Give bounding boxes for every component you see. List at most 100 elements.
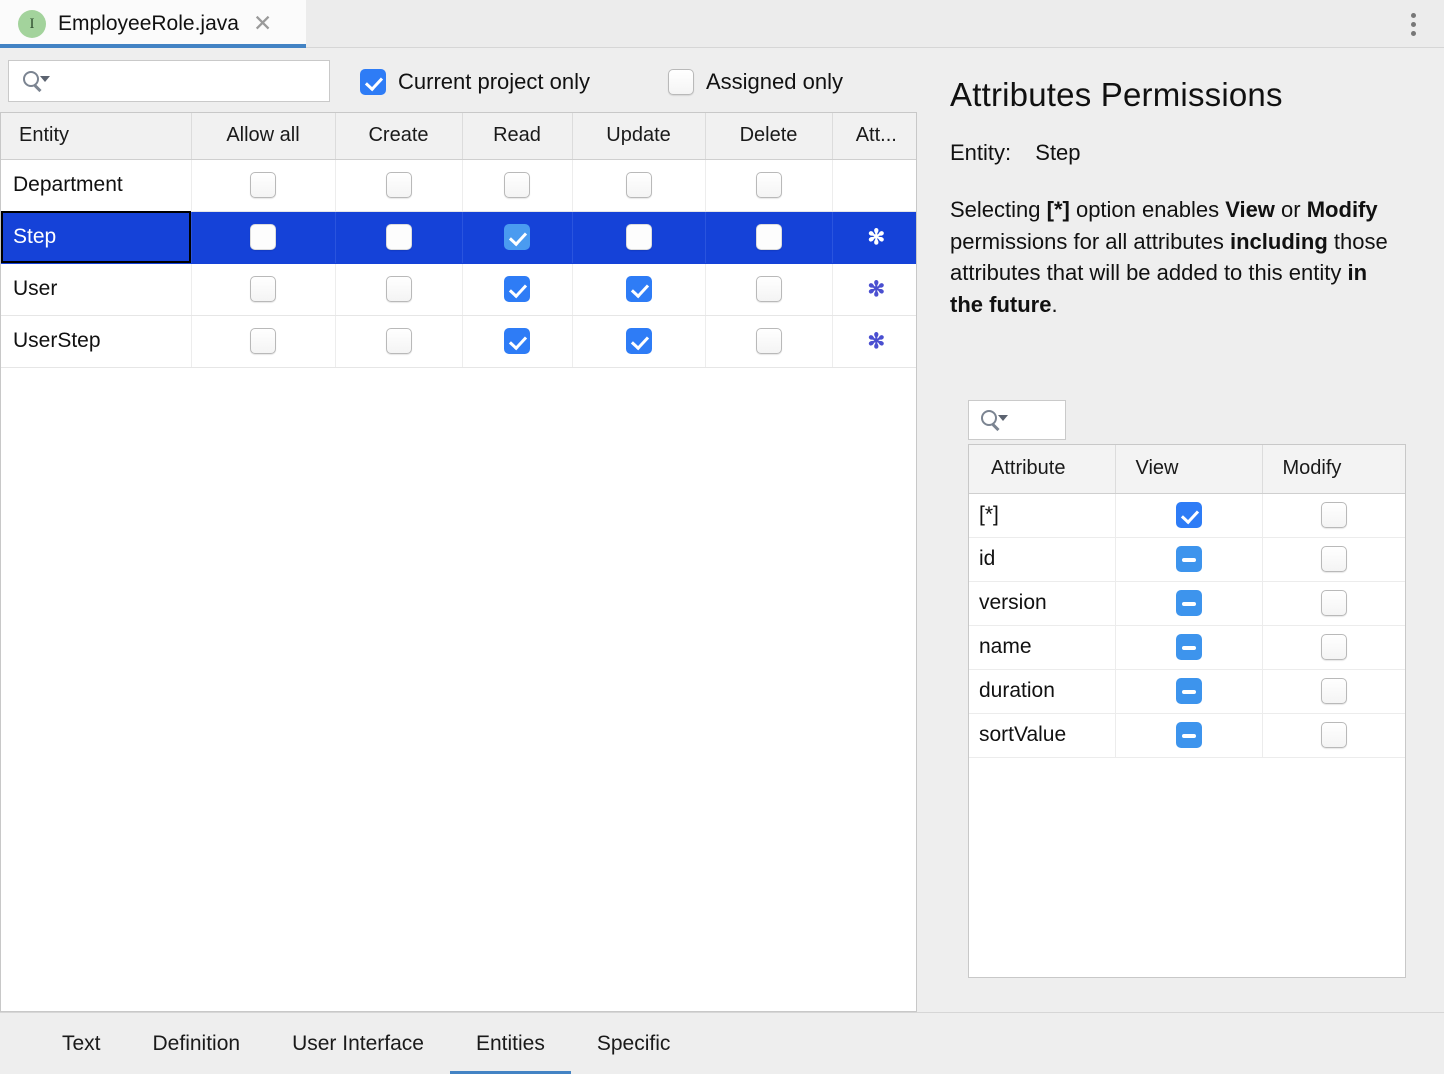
- entity-update-checkbox[interactable]: [625, 224, 652, 250]
- table-row[interactable]: sortValue: [969, 713, 1405, 758]
- entity-create-cell[interactable]: [335, 315, 463, 368]
- entity-delete-cell[interactable]: [705, 315, 833, 368]
- column-header-allow-all[interactable]: Allow all: [191, 113, 336, 160]
- table-row[interactable]: Step ✻: [1, 211, 916, 264]
- attribute-view-checkbox[interactable]: [1175, 502, 1202, 528]
- current-project-only-box[interactable]: [360, 69, 386, 95]
- attribute-view-checkbox[interactable]: [1175, 590, 1202, 616]
- entity-delete-checkbox[interactable]: [755, 224, 782, 250]
- bottom-tab-entities[interactable]: Entities: [449, 1013, 571, 1074]
- attribute-modify-checkbox[interactable]: [1320, 722, 1347, 748]
- entity-name-cell[interactable]: Department: [1, 159, 192, 212]
- entity-update-cell[interactable]: [572, 211, 706, 264]
- attribute-name-cell[interactable]: sortValue: [969, 713, 1116, 758]
- assigned-only-checkbox[interactable]: Assigned only: [668, 69, 843, 95]
- more-vertical-icon[interactable]: [1400, 11, 1426, 37]
- column-header-entity[interactable]: Entity: [1, 113, 192, 160]
- entity-delete-cell[interactable]: [705, 211, 833, 264]
- attribute-view-cell[interactable]: [1115, 493, 1263, 538]
- attribute-view-checkbox[interactable]: [1175, 634, 1202, 660]
- entity-create-checkbox[interactable]: [385, 172, 412, 198]
- entity-read-checkbox[interactable]: [504, 276, 530, 302]
- entity-read-cell[interactable]: [462, 211, 573, 264]
- entity-read-checkbox[interactable]: [504, 328, 530, 354]
- entity-create-checkbox[interactable]: [385, 276, 412, 302]
- attribute-modify-checkbox[interactable]: [1320, 634, 1347, 660]
- entity-create-cell[interactable]: [335, 159, 463, 212]
- attribute-modify-cell[interactable]: [1262, 581, 1405, 626]
- entity-read-cell[interactable]: [462, 263, 573, 316]
- entity-read-cell[interactable]: [462, 315, 573, 368]
- entity-delete-cell[interactable]: [705, 159, 833, 212]
- attribute-name-cell[interactable]: id: [969, 537, 1116, 582]
- close-icon[interactable]: ✕: [253, 12, 272, 36]
- assigned-only-box[interactable]: [668, 69, 694, 95]
- entity-attributes-cell[interactable]: ✻: [832, 211, 916, 264]
- attribute-view-cell[interactable]: [1115, 669, 1263, 714]
- bottom-tab-user-interface[interactable]: User Interface: [266, 1013, 450, 1074]
- attributes-table-container[interactable]: Attribute View Modify [*] id version name du…: [968, 444, 1406, 978]
- entity-update-cell[interactable]: [572, 263, 706, 316]
- attribute-modify-checkbox[interactable]: [1320, 590, 1347, 616]
- entity-allow-all-checkbox[interactable]: [250, 224, 276, 250]
- entities-table-container[interactable]: Entity Allow all Create Read Update Dele…: [0, 112, 917, 1012]
- entity-allow-all-checkbox[interactable]: [250, 172, 276, 198]
- entity-create-checkbox[interactable]: [385, 328, 412, 354]
- table-row[interactable]: id: [969, 537, 1405, 582]
- table-row[interactable]: Department: [1, 159, 916, 212]
- attribute-modify-cell[interactable]: [1262, 537, 1405, 582]
- attribute-modify-checkbox[interactable]: [1320, 546, 1347, 572]
- attribute-name-cell[interactable]: version: [969, 581, 1116, 626]
- entity-allow-all-cell[interactable]: [191, 159, 336, 212]
- attribute-view-cell[interactable]: [1115, 581, 1263, 626]
- table-row[interactable]: duration: [969, 669, 1405, 714]
- entity-update-checkbox[interactable]: [625, 276, 652, 302]
- attribute-name-cell[interactable]: name: [969, 625, 1116, 670]
- attribute-name-cell[interactable]: [*]: [969, 493, 1116, 538]
- column-header-update[interactable]: Update: [572, 113, 706, 160]
- column-header-attributes[interactable]: Att...: [832, 113, 916, 160]
- column-header-create[interactable]: Create: [335, 113, 463, 160]
- bottom-tab-definition[interactable]: Definition: [127, 1013, 267, 1074]
- entity-read-checkbox[interactable]: [504, 224, 530, 250]
- entities-search-box[interactable]: [8, 60, 330, 102]
- table-row[interactable]: [*]: [969, 493, 1405, 538]
- entity-read-cell[interactable]: [462, 159, 573, 212]
- entity-attributes-cell[interactable]: [832, 159, 916, 212]
- attribute-view-checkbox[interactable]: [1175, 546, 1202, 572]
- table-row[interactable]: UserStep ✻: [1, 315, 916, 368]
- attribute-name-cell[interactable]: duration: [969, 669, 1116, 714]
- column-header-attribute[interactable]: Attribute: [969, 445, 1116, 494]
- entity-name-cell[interactable]: Step: [1, 211, 192, 264]
- bottom-tab-text[interactable]: Text: [36, 1013, 127, 1074]
- column-header-read[interactable]: Read: [462, 113, 573, 160]
- entity-delete-cell[interactable]: [705, 263, 833, 316]
- attribute-view-cell[interactable]: [1115, 625, 1263, 670]
- table-row[interactable]: name: [969, 625, 1405, 670]
- entity-update-cell[interactable]: [572, 159, 706, 212]
- attribute-view-cell[interactable]: [1115, 537, 1263, 582]
- attribute-modify-cell[interactable]: [1262, 713, 1405, 758]
- entity-name-cell[interactable]: UserStep: [1, 315, 192, 368]
- entity-create-cell[interactable]: [335, 211, 463, 264]
- entity-delete-checkbox[interactable]: [755, 172, 782, 198]
- entity-allow-all-checkbox[interactable]: [250, 276, 276, 302]
- entity-update-checkbox[interactable]: [625, 172, 652, 198]
- entity-delete-checkbox[interactable]: [755, 276, 782, 302]
- attribute-modify-checkbox[interactable]: [1320, 678, 1347, 704]
- entity-update-checkbox[interactable]: [625, 328, 652, 354]
- entities-search-input[interactable]: [49, 70, 299, 92]
- entity-create-checkbox[interactable]: [385, 224, 412, 250]
- entity-allow-all-cell[interactable]: [191, 315, 336, 368]
- column-header-modify[interactable]: Modify: [1262, 445, 1405, 494]
- entity-attributes-cell[interactable]: ✻: [832, 315, 916, 368]
- bottom-tab-specific[interactable]: Specific: [571, 1013, 697, 1074]
- entity-update-cell[interactable]: [572, 315, 706, 368]
- entity-attributes-cell[interactable]: ✻: [832, 263, 916, 316]
- entity-allow-all-cell[interactable]: [191, 211, 336, 264]
- attributes-search-box[interactable]: [968, 400, 1066, 440]
- attribute-modify-cell[interactable]: [1262, 493, 1405, 538]
- table-row[interactable]: User ✻: [1, 263, 916, 316]
- attribute-modify-cell[interactable]: [1262, 625, 1405, 670]
- attribute-modify-checkbox[interactable]: [1320, 502, 1347, 528]
